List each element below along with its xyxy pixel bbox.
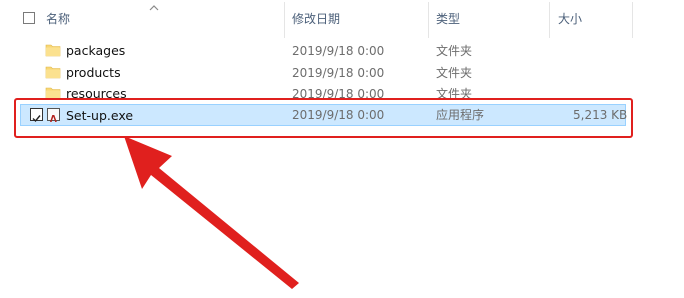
column-header-size[interactable]: 大小	[558, 11, 582, 27]
column-separator[interactable]	[428, 2, 429, 38]
file-modified: 2019/9/18 0:00	[292, 44, 385, 58]
file-type: 文件夹	[436, 44, 473, 58]
folder-icon	[45, 66, 61, 79]
column-header-type[interactable]: 类型	[436, 11, 460, 27]
column-header: 名称 修改日期 类型 大小	[0, 0, 684, 38]
highlight-box	[14, 98, 633, 138]
column-header-name[interactable]: 名称	[46, 11, 70, 27]
folder-icon	[45, 44, 61, 57]
column-separator[interactable]	[549, 2, 550, 38]
column-separator[interactable]	[632, 2, 633, 38]
file-explorer: 名称 修改日期 类型 大小 packages 2019/9/18 0:00 文件…	[0, 0, 684, 298]
file-row-packages[interactable]: packages 2019/9/18 0:00 文件夹	[20, 40, 626, 61]
file-row-products[interactable]: products 2019/9/18 0:00 文件夹	[20, 62, 626, 83]
sort-ascending-icon	[149, 5, 159, 11]
file-name: packages	[66, 43, 126, 58]
file-type: 文件夹	[436, 66, 473, 80]
column-separator[interactable]	[284, 2, 285, 38]
file-name: products	[66, 65, 121, 80]
column-header-modified[interactable]: 修改日期	[292, 11, 340, 27]
select-all-checkbox[interactable]	[23, 12, 35, 24]
file-modified: 2019/9/18 0:00	[292, 66, 385, 80]
